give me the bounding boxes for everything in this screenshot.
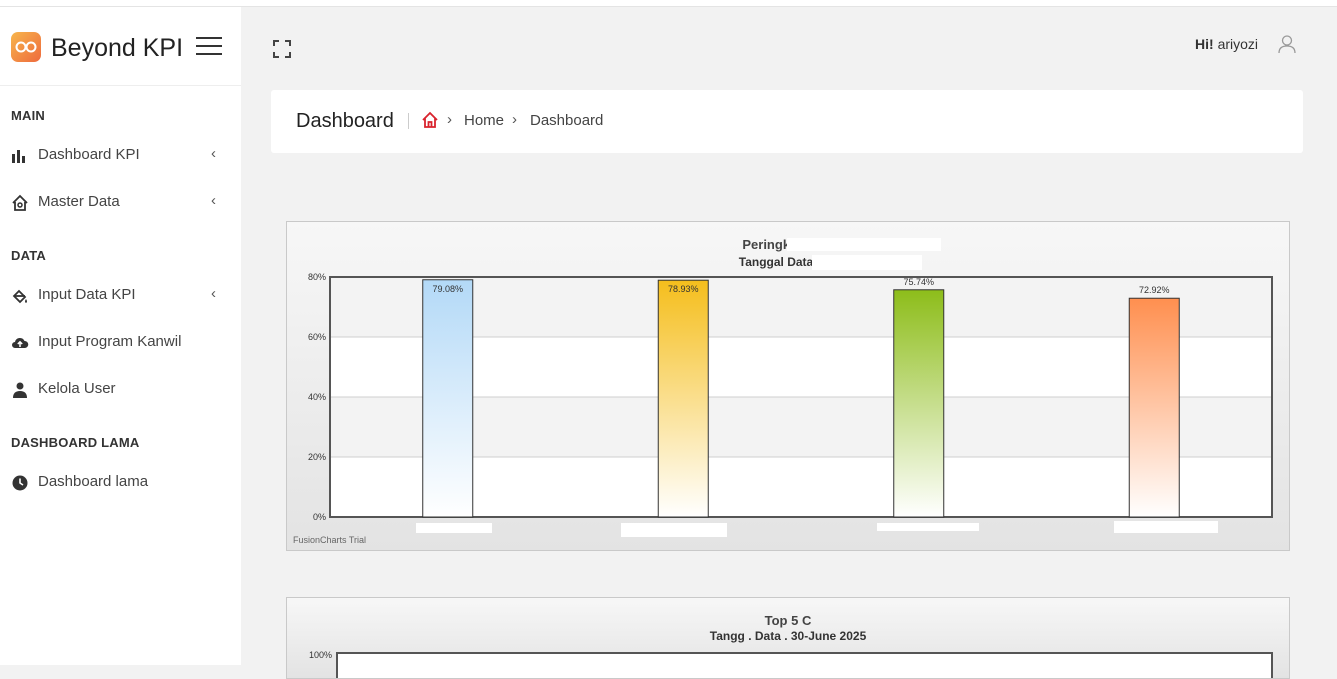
sidebar-item-label: Input Data KPI xyxy=(38,286,136,303)
breadcrumb-separator: › xyxy=(512,111,517,128)
data-label: 75.74% xyxy=(903,277,934,287)
chart-peringkat-area: Peringkat Area Tanggal Data : 30 0%20%40… xyxy=(286,221,1290,551)
page-title: Dashboard xyxy=(296,110,394,132)
section-data: DATA xyxy=(11,248,46,263)
browser-top-strip xyxy=(0,0,1337,7)
sidebar-item-label: Dashboard lama xyxy=(38,473,149,490)
sidebar-item-label: Master Data xyxy=(38,193,120,210)
chevron-left-icon: ‹ xyxy=(211,192,216,209)
sidebar-item-dashboard-lama[interactable]: Dashboard lama xyxy=(0,465,241,499)
chevron-left-icon: ‹ xyxy=(211,145,216,162)
bar xyxy=(422,279,474,518)
sidebar: Beyond KPI MAIN Dashboard KPI ‹ Master D… xyxy=(0,7,241,665)
sidebar-item-kelola-user[interactable]: Kelola User xyxy=(0,372,241,406)
fullscreen-icon[interactable] xyxy=(272,39,292,59)
page-title-bar: Dashboard › Home › Dashboard xyxy=(271,90,1303,153)
home-gear-icon xyxy=(12,194,28,211)
paint-bucket-icon xyxy=(12,289,27,304)
redaction-mask xyxy=(621,523,727,537)
y-tick-label: 40% xyxy=(308,392,326,402)
redaction-mask xyxy=(1114,521,1218,533)
breadcrumb-separator: › xyxy=(447,111,452,128)
sidebar-item-input-data-kpi[interactable]: Input Data KPI ‹ xyxy=(0,278,241,312)
data-label: 79.08% xyxy=(432,284,463,294)
data-label: 78.93% xyxy=(668,284,699,294)
y-tick-label: 60% xyxy=(308,332,326,342)
menu-toggle-icon[interactable] xyxy=(196,37,222,57)
y-tick-label: 20% xyxy=(308,452,326,462)
chart2-plot: 100% xyxy=(309,650,1273,678)
bar xyxy=(893,289,945,518)
brand-header: Beyond KPI xyxy=(0,7,241,86)
bar-chart-icon xyxy=(12,150,25,163)
bar xyxy=(657,279,709,518)
section-dashboard-lama: DASHBOARD LAMA xyxy=(11,435,140,450)
cloud-upload-icon xyxy=(12,337,29,348)
bar xyxy=(1128,297,1180,518)
y-tick-label: 100% xyxy=(309,650,332,660)
plot-border xyxy=(336,652,1273,678)
redaction-mask xyxy=(877,523,979,531)
clock-icon xyxy=(12,475,28,491)
chart-top5: Top 5 C Tangg . Data . 30-June 2025 100% xyxy=(286,597,1290,679)
sidebar-item-input-program-kanwil[interactable]: Input Program Kanwil xyxy=(0,325,241,359)
breadcrumb-current: Dashboard xyxy=(530,112,604,129)
section-main: MAIN xyxy=(11,108,46,123)
user-avatar-icon[interactable] xyxy=(1277,34,1297,54)
sidebar-item-label: Kelola User xyxy=(38,380,116,397)
chevron-left-icon: ‹ xyxy=(211,285,216,302)
sidebar-item-master-data[interactable]: Master Data ‹ xyxy=(0,185,241,219)
data-label: 72.92% xyxy=(1139,285,1170,295)
logo-icon xyxy=(11,32,41,62)
redaction-mask xyxy=(416,523,492,533)
chart1-plot: 0% 20% 40% 60% 80% 79.08% 78.93% 75.74% 72.92% xyxy=(308,272,1273,522)
y-tick-label: 80% xyxy=(308,272,326,282)
user-icon xyxy=(13,382,27,398)
sidebar-item-label: Dashboard KPI xyxy=(38,146,140,163)
fusioncharts-watermark: FusionCharts Trial xyxy=(293,535,367,545)
title-divider xyxy=(408,113,409,129)
y-tick-label: 0% xyxy=(313,512,326,522)
sidebar-item-label: Input Program Kanwil xyxy=(38,333,182,350)
user-greeting: Hi! ariyozi xyxy=(1195,36,1258,52)
breadcrumb-home[interactable]: Home xyxy=(464,112,504,129)
sidebar-item-dashboard-kpi[interactable]: Dashboard KPI ‹ xyxy=(0,138,241,172)
username: ariyozi xyxy=(1217,36,1259,52)
brand-name: Beyond KPI xyxy=(51,34,184,62)
home-icon[interactable] xyxy=(421,111,439,129)
greeting-word: Hi! xyxy=(1195,36,1214,52)
